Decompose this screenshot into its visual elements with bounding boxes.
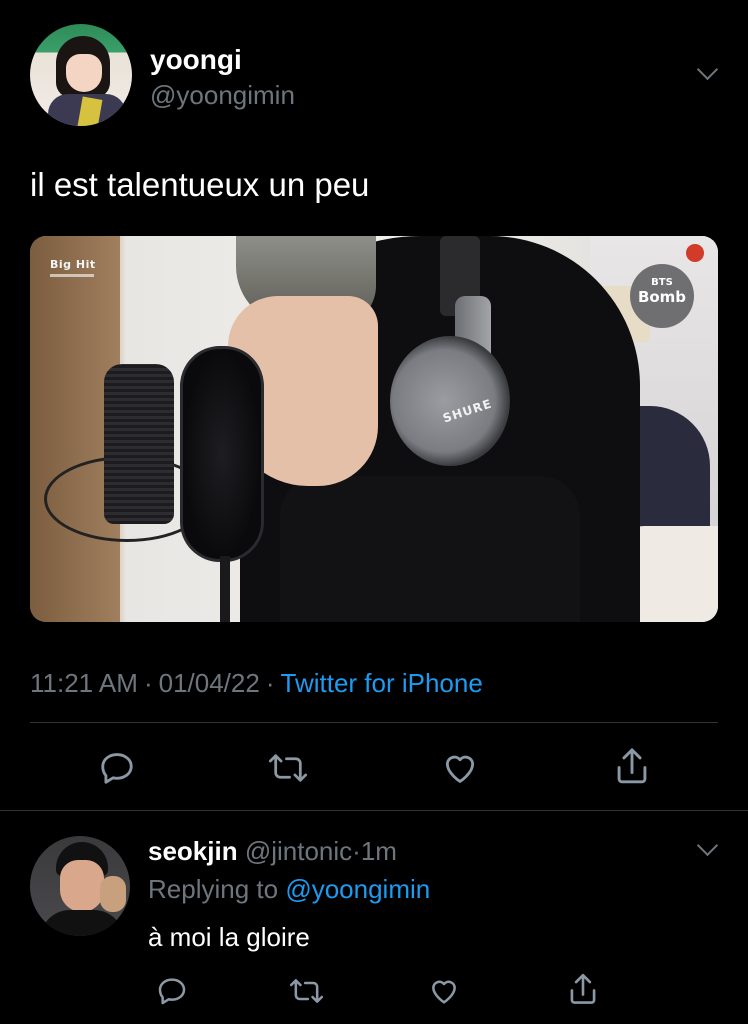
reply-button[interactable] [98, 749, 136, 787]
reply-separator: · [352, 836, 361, 866]
microphone [104, 364, 174, 524]
divider [0, 810, 748, 811]
share-button[interactable] [612, 745, 652, 787]
reply-text: à moi la gloire [148, 922, 310, 952]
reply-header: seokjin @jintonic·1m [148, 836, 397, 867]
like-button[interactable] [441, 749, 479, 787]
reply-like-button[interactable] [428, 975, 460, 1007]
tweet-text: il est talentueux un peu [30, 166, 370, 203]
tweet-meta: 11:21 AM · 01/04/22 · Twitter for iPhone [30, 668, 483, 699]
avatar-background-person [100, 876, 126, 912]
tweet-date[interactable]: 01/04/22 [159, 668, 260, 698]
replying-to: Replying to @yoongimin [148, 874, 430, 905]
reply-icon [101, 753, 133, 784]
badge-line2: Bomb [637, 288, 687, 306]
chevron-down-icon[interactable] [696, 834, 719, 857]
avatar-body [40, 910, 124, 936]
avatar-face [60, 860, 104, 912]
tweet-time[interactable]: 11:21 AM [30, 668, 138, 698]
replying-prefix: Replying to [148, 874, 279, 904]
retweet-icon [268, 754, 308, 782]
avatar[interactable] [30, 24, 132, 126]
tweet-source-link[interactable]: Twitter for iPhone [281, 668, 483, 698]
headphone-cup [390, 336, 510, 466]
mic-stand [220, 556, 230, 622]
retweet-icon [289, 979, 324, 1003]
reply-retweet-button[interactable] [289, 975, 324, 1007]
reply-time[interactable]: 1m [361, 836, 397, 866]
reply-icon [158, 978, 186, 1005]
replying-to-handle[interactable]: @yoongimin [285, 874, 430, 904]
share-icon [617, 748, 647, 784]
reply-avatar[interactable] [30, 836, 130, 936]
bomb-fuse-icon [686, 244, 704, 262]
like-icon [445, 755, 475, 783]
watermark-logo: Big Hit [50, 258, 96, 271]
hoodie-body [280, 476, 580, 622]
display-name[interactable]: yoongi [150, 44, 242, 76]
bts-bomb-badge: BTS Bomb [630, 264, 694, 328]
watermark-underline [50, 274, 94, 277]
avatar-face [66, 54, 102, 92]
meta-separator: · [143, 668, 153, 698]
user-handle[interactable]: @yoongimin [150, 80, 295, 111]
reply-reply-button[interactable] [156, 975, 188, 1007]
like-icon [432, 980, 456, 1004]
reply-display-name[interactable]: seokjin [148, 836, 238, 866]
retweet-button[interactable] [268, 749, 308, 787]
tweet-media-video[interactable]: SHURE Big Hit BTS Bomb [30, 236, 718, 622]
chevron-down-icon[interactable] [696, 58, 719, 81]
reply-share-button[interactable] [566, 971, 600, 1007]
divider [30, 722, 718, 723]
badge-line1: BTS [651, 277, 673, 288]
share-icon [570, 973, 596, 1004]
pop-filter [180, 346, 264, 562]
meta-separator: · [265, 668, 275, 698]
reply-handle[interactable]: @jintonic [245, 836, 352, 866]
